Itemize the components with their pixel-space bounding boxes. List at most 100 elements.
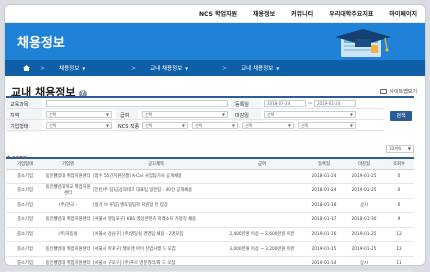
page-size-select[interactable]: 10개씩 ▼ — [386, 145, 414, 153]
cell-salary — [220, 198, 304, 214]
cell-corp-type: 중소기업 — [6, 183, 44, 199]
cell-views: 12 — [384, 241, 414, 258]
company-label: 교육과목 — [10, 102, 29, 108]
cell-title-link[interactable]: [정기 브 루팀] 멘토링팀학 지원형 인 팀장 — [92, 198, 220, 214]
cell-company: 동인웰빙대 취업지원센터 — [44, 169, 92, 185]
table-row[interactable]: 중소기업 (주)한국 - [정기 브 루팀] 멘토링팀학 지원형 인 팀장 20… — [6, 198, 414, 214]
cell-deadline: 2018-01-30 — [344, 212, 384, 228]
col-header-title[interactable]: 공고제목 — [92, 157, 220, 170]
nav-item-mypage[interactable]: 마이페이지 — [389, 9, 417, 18]
chevron-down-icon: ▼ — [349, 112, 353, 117]
cell-deadline: 2019-01-25 — [344, 241, 384, 258]
cell-deadline: 2019-01-25 — [344, 183, 384, 199]
breadcrumb: > 채용정보 ▼ > 교내 채용정보 ▼ > 교내 채용정보 ▼ — [5, 60, 425, 76]
cell-title-link[interactable]: [서울시 영등포구] KBS 영상콘텐츠 미래소프 가정직 채용 — [92, 212, 220, 228]
cell-reg-date: 2018-01-24 — [304, 169, 344, 185]
sitemap-link[interactable]: 사이트맵보기 — [380, 88, 417, 95]
breadcrumb-separator-icon: > — [222, 64, 228, 72]
cell-deadline: 상시 — [344, 198, 384, 214]
chevron-down-icon: ▼ — [82, 65, 86, 71]
nav-item-community[interactable]: 커뮤니티 — [291, 9, 313, 18]
breadcrumb-item-campus-jobs[interactable]: 교내 채용정보 ▼ — [150, 64, 212, 73]
cell-deadline: 상시 — [344, 256, 384, 272]
home-icon[interactable] — [23, 65, 30, 71]
ncs-select-2[interactable]: 선택 ▼ — [192, 122, 238, 129]
breadcrumb-item-jobs[interactable]: 채용정보 ▼ — [59, 64, 121, 73]
chevron-down-icon: ▼ — [181, 123, 185, 128]
reg-date-label: 등록일 — [235, 102, 249, 108]
page-header: 교내 채용정보? 사이트맵보기 — [5, 76, 425, 99]
table-row[interactable]: 중소기업 (주)자동실 [서울시 강남구] (주)영등실 경영팀 채용 - 2명… — [6, 227, 414, 243]
col-header-company[interactable]: 기업명 — [44, 157, 92, 170]
salary-select[interactable]: 선택 ▼ — [142, 111, 228, 118]
chevron-down-icon: ▼ — [349, 123, 353, 128]
cell-views: 12 — [384, 227, 414, 243]
table-header-row: 기업형태 기업명 공고제목 급여 등록일 마감일 조회수 — [6, 157, 414, 170]
cell-title-link[interactable]: [인턴/주 팀]금상의테크 대표팀 방문팀 - 40건 공개채용 — [92, 183, 220, 199]
col-header-deadline[interactable]: 마감일 — [344, 157, 384, 170]
cell-salary: 3,000만원 이상 ~ 3,200만원 미만 — [220, 241, 304, 258]
cell-corp-type: 중소기업 — [6, 241, 44, 258]
cell-views: 0 — [384, 183, 414, 199]
deadline-select[interactable]: 선택 ▼ — [264, 111, 356, 118]
cell-deadline: 2019-01-25 — [344, 227, 384, 243]
nav-item-indicators[interactable]: 우리대학주요지표 — [329, 9, 373, 18]
nav-item-ncs[interactable]: NCS 학업지원 — [199, 9, 237, 18]
cell-corp-type: 중소기업 — [6, 198, 44, 214]
cell-views: 9 — [384, 212, 414, 228]
table-row[interactable]: 중소기업 동인웰빙대 취업지원센터 [접수 55건지원진행] K-Car 사업팀… — [6, 169, 414, 185]
ncs-select-4[interactable]: 선택 ▼ — [298, 122, 356, 129]
cell-salary — [220, 183, 304, 199]
corp-type-select[interactable]: 선택 ▼ — [46, 122, 112, 129]
table-row[interactable]: 중소기업 동인웰빙대학교 취업지원센터 [인턴/주 팀]금상의테크 대표팀 방문… — [6, 183, 414, 199]
cell-reg-date: 2018-01-24 — [304, 183, 344, 199]
breadcrumb-item-current[interactable]: 교내 채용정보 ▼ — [241, 64, 303, 73]
ncs-select-3[interactable]: 선택 ▼ — [242, 122, 294, 129]
cell-corp-type: 중소기업 — [6, 227, 44, 243]
cell-title-link[interactable]: [서울시 구로구] (주)푸르 영문경리/회 드 모집 — [92, 256, 220, 272]
chevron-down-icon: ▼ — [105, 112, 109, 117]
cell-deadline: 2019-01-25 — [344, 169, 384, 185]
reg-date-from[interactable]: 2018-07-24 — [264, 100, 306, 107]
cell-title-link[interactable]: [서울시 마포구] 헬로앤 아이 산업시행 드 모집 — [92, 241, 220, 258]
corp-type-label: 기업형태 — [10, 124, 29, 130]
hero-banner: 채용정보 — [5, 23, 425, 60]
ncs-select-1[interactable]: 선택 ▼ — [142, 122, 188, 129]
col-header-salary[interactable]: 급여 — [220, 157, 304, 170]
table-row[interactable]: 중소기업 동인웰빙대 취업지원센터 [서울시 구로구] (주)푸르 영문경리/회… — [6, 256, 414, 272]
cell-salary — [220, 169, 304, 185]
cell-reg-date: 2018-01-18 — [304, 198, 344, 214]
cell-title-link[interactable]: [서울시 강남구] (주)영등실 경영팀 채용 - 2명모집 — [92, 227, 220, 243]
cell-salary — [220, 256, 304, 272]
chevron-down-icon: ▼ — [105, 123, 109, 128]
table-row[interactable]: 중소기업 동인웰빙대 취업지원센터 [서울시 마포구] 헬로앤 아이 산업시행 … — [6, 241, 414, 258]
cell-views: 0 — [384, 169, 414, 185]
breadcrumb-separator-icon: > — [131, 64, 137, 72]
chevron-down-icon: ▼ — [221, 112, 225, 117]
date-range-dash: ~ — [308, 101, 313, 107]
table-row[interactable]: 중소기업 동인웰빙대 취업지원센터 [서울시 영등포구] KBS 영상콘텐츠 미… — [6, 212, 414, 228]
cell-title-link[interactable]: [접수 55건지원진행] K-Car 사업팀기사 공개채용 — [92, 169, 220, 185]
cell-reg-date: 2018-01-17 — [304, 212, 344, 228]
hero-title: 채용정보 — [17, 36, 65, 51]
chevron-down-icon: ▼ — [276, 65, 280, 71]
company-input[interactable] — [46, 100, 228, 107]
col-header-views[interactable]: 조회수 — [384, 157, 414, 170]
chevron-down-icon: ▼ — [287, 123, 291, 128]
search-button[interactable]: 검색 — [390, 111, 412, 121]
monitor-icon — [380, 89, 388, 94]
col-header-corp-type[interactable]: 기업형태 — [6, 157, 44, 170]
region-label: 지역 — [10, 113, 20, 119]
chevron-down-icon: ▼ — [185, 65, 189, 71]
cell-company: 동인웰빙대 취업지원센터 — [44, 212, 92, 228]
col-header-reg-date[interactable]: 등록일 — [304, 157, 344, 170]
salary-label: 급여 — [120, 113, 130, 119]
reg-date-to[interactable]: 2019-01-24 — [314, 100, 356, 107]
ncs-label: NCS 직종 — [118, 124, 140, 130]
nav-item-jobs[interactable]: 채용정보 — [253, 9, 275, 18]
cell-corp-type: 중소기업 — [6, 169, 44, 185]
job-listing-table: 기업형태 기업명 공고제목 급여 등록일 마감일 조회수 중소기업 동인웰빙대 … — [6, 157, 414, 272]
graduation-cap-illustration — [335, 29, 391, 57]
region-select[interactable]: 선택 ▼ — [46, 111, 112, 118]
cell-salary — [220, 212, 304, 228]
